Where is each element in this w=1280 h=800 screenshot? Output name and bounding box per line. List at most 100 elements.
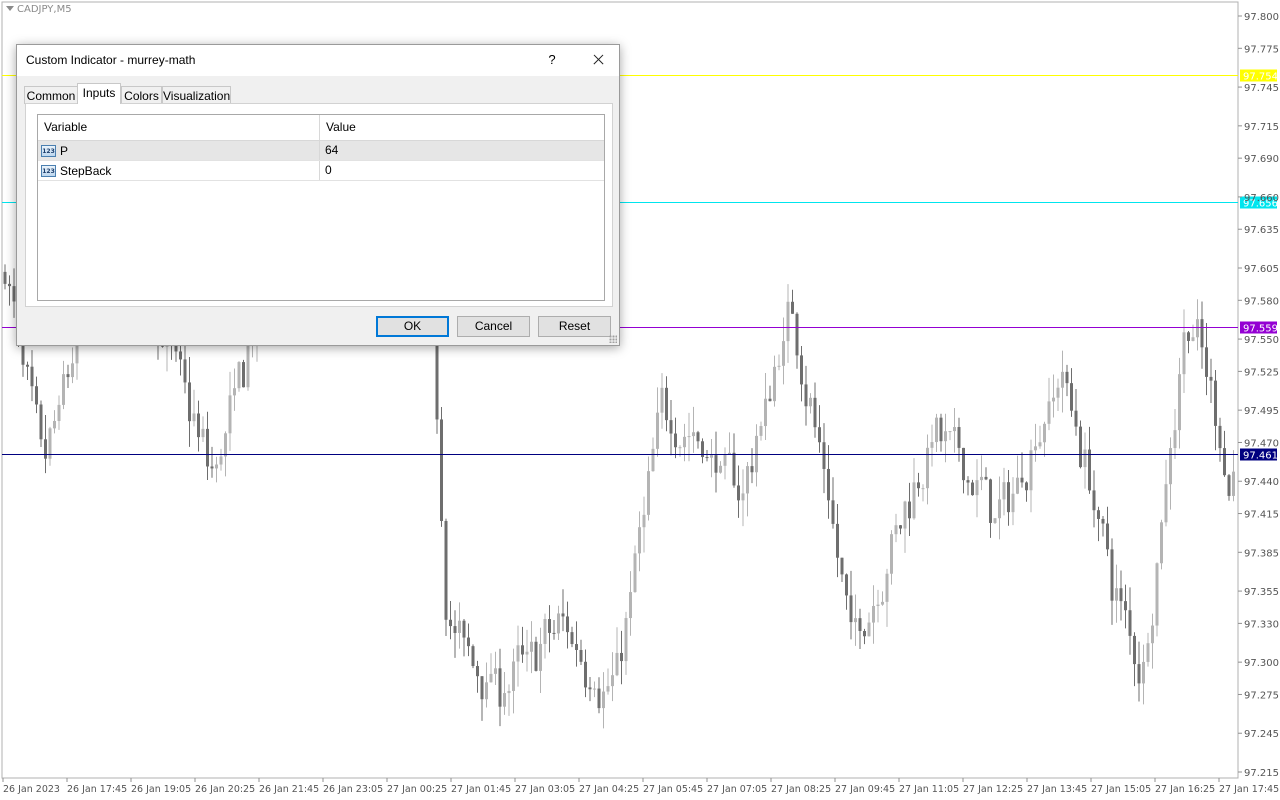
candle-body [705,457,709,459]
price-label: 97.495 [1244,406,1279,417]
time-label: 27 Jan 00:25 [387,784,447,795]
candle-body [1011,493,1015,513]
symbol-label[interactable]: CADJPY,M5 [6,4,72,15]
candle-body [516,645,520,662]
candle-body [1209,376,1213,381]
candle-body [543,619,547,644]
candle-body [1196,319,1199,338]
table-row[interactable]: 123 P 64 [38,141,604,161]
candle-body [534,641,538,671]
variable-name: StepBack [60,163,112,178]
variable-value[interactable]: 64 [320,141,604,160]
candle-body [971,482,974,496]
candle-body [849,595,853,623]
tab-inputs[interactable]: Inputs [77,83,121,104]
candle-body [840,557,844,575]
candle-body [863,630,866,637]
price-label: 97.440 [1244,477,1279,488]
table-row[interactable]: 123 StepBack 0 [38,161,604,181]
ok-button[interactable]: OK [376,316,449,337]
candle-body [1128,610,1132,636]
candle-body [1106,523,1109,550]
dialog-titlebar[interactable]: Custom Indicator - murrey-math ? [17,45,619,76]
candle-body [1070,383,1073,411]
candle-body [512,661,515,691]
variable-name: P [60,143,69,158]
time-label: 27 Jan 12:25 [963,784,1023,795]
time-label: 26 Jan 20:25 [195,784,255,795]
time-label: 27 Jan 13:45 [1027,784,1087,795]
candle-body [219,456,223,465]
grid-header: Variable Value [38,115,604,141]
integer-icon: 123 [41,164,56,177]
candle-body [710,455,713,458]
candle-body [1020,477,1024,483]
time-label: 27 Jan 07:05 [707,784,767,795]
candle-body [39,404,43,440]
candle-body [471,646,475,667]
tab-common[interactable]: Common [24,86,78,104]
time-label: 27 Jan 04:25 [579,784,639,795]
header-value[interactable]: Value [320,115,604,140]
candle-body [948,431,952,433]
candle-body [1074,410,1078,427]
candle-body [1169,448,1172,485]
resize-grip-icon[interactable] [609,335,617,343]
candle-body [768,398,772,402]
price-label: 97.775 [1244,44,1279,55]
time-label: 27 Jan 17:45 [1219,784,1279,795]
candle-body [647,471,650,515]
candle-body [638,527,641,554]
price-label: 97.550 [1244,335,1279,346]
candle-body [930,442,934,448]
candle-body [1142,661,1145,684]
tab-colors[interactable]: Colors [121,86,162,104]
candle-body [480,676,484,700]
candle-body [975,480,979,496]
candle-body [876,604,880,606]
candle-body [179,351,182,360]
candle-body [1133,635,1136,665]
candle-body [651,448,655,472]
candle-body [935,417,938,443]
candle-body [669,420,673,434]
candle-body [1160,522,1163,564]
time-label: 27 Jan 16:25 [1155,784,1215,795]
time-axis: 26 Jan 2023 26 Jan 17:45 26 Jan 19:05 26 Ja… [2,778,1279,795]
help-button[interactable]: ? [539,47,565,73]
candle-body [782,341,785,366]
price-label: 97.745 [1244,83,1279,94]
candle-body [759,426,763,436]
candle-body [624,618,628,662]
candle-body [525,651,529,655]
candle-body [615,652,619,676]
candle-body [813,397,817,428]
price-label: 97.275 [1244,690,1279,701]
candle-body [908,501,911,519]
variable-value[interactable]: 0 [320,161,604,180]
reset-button[interactable]: Reset [538,316,611,337]
tab-visualization[interactable]: Visualization [162,86,231,104]
price-label: 97.355 [1244,587,1279,598]
candle-body [552,632,556,634]
time-label: 27 Jan 05:45 [643,784,703,795]
time-label: 27 Jan 15:05 [1091,784,1151,795]
candle-body [1079,426,1082,468]
close-button[interactable] [583,47,613,73]
cancel-button[interactable]: Cancel [457,316,530,337]
time-label: 26 Jan 21:45 [259,784,319,795]
candle-body [1124,601,1127,611]
candle-body [1047,401,1051,424]
candle-body [1173,430,1177,449]
header-variable[interactable]: Variable [38,115,320,140]
candle-body [1088,449,1091,491]
candle-body [453,626,457,633]
candle-body [8,283,11,287]
candle-body [791,301,794,314]
candle-body [1056,387,1060,398]
candle-body [678,447,682,449]
candle-body [867,622,871,637]
candle-body [66,374,70,378]
candle-body [57,404,61,421]
candle-body [687,436,691,438]
